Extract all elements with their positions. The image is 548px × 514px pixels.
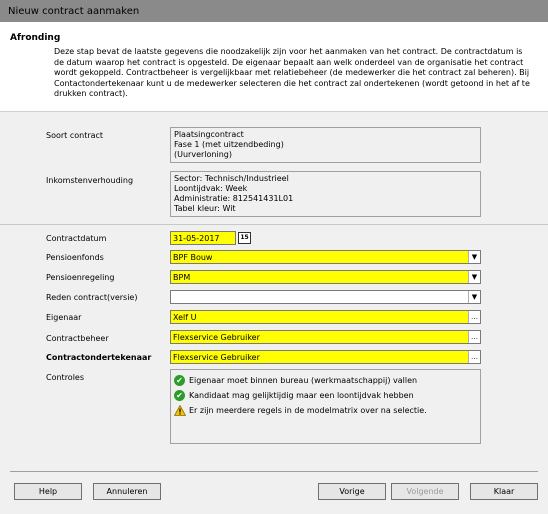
eigenaar-label: Eigenaar <box>46 313 82 322</box>
contractondertekenaar-value: Flexservice Gebruiker <box>173 353 260 362</box>
controles-list: ✔ Eigenaar moet binnen bureau (werkmaats… <box>170 369 481 444</box>
pensioenregeling-select[interactable]: BPM ▼ <box>170 270 481 284</box>
wizard-header: Afronding Deze stap bevat de laatste geg… <box>0 22 548 112</box>
contractdatum-field[interactable]: 31-05-2017 <box>170 231 236 245</box>
check-icon: ✔ <box>174 390 185 401</box>
contractdatum-label: Contractdatum <box>46 234 107 243</box>
step-description: Deze stap bevat de laatste gegevens die … <box>54 47 530 98</box>
calendar-icon[interactable]: 15 <box>238 232 251 244</box>
pensioenregeling-label: Pensioenregeling <box>46 273 115 282</box>
contractondertekenaar-field[interactable]: Flexservice Gebruiker … <box>170 350 481 364</box>
contractondertekenaar-label: Contractondertekenaar <box>46 353 152 362</box>
soort-contract-info: Plaatsingcontract Fase 1 (met uitzendbed… <box>170 127 481 163</box>
chevron-down-icon[interactable]: ▼ <box>468 251 480 263</box>
reden-contract-select[interactable]: ▼ <box>170 290 481 304</box>
list-item: ✔ Eigenaar moet binnen bureau (werkmaats… <box>174 373 477 388</box>
list-item: Er zijn meerdere regels in de modelmatri… <box>174 403 477 418</box>
soort-contract-label: Soort contract <box>46 131 104 140</box>
check-text: Kandidaat mag gelijktijdig maar een loon… <box>189 391 414 400</box>
check-text: Eigenaar moet binnen bureau (werkmaatsch… <box>189 376 418 385</box>
next-button[interactable]: Volgende <box>391 483 459 500</box>
soort-contract-line: Fase 1 (met uitzendbeding) <box>174 140 284 149</box>
finish-button[interactable]: Klaar <box>470 483 538 500</box>
inkomstenverhouding-line: Administratie: 812541431L01 <box>174 194 294 203</box>
inkomstenverhouding-label: Inkomstenverhouding <box>46 176 134 185</box>
pensioenfonds-value: BPF Bouw <box>173 253 213 262</box>
inkomstenverhouding-line: Sector: Technisch/Industrieel <box>174 174 289 183</box>
contractdatum-value: 31-05-2017 <box>173 234 220 243</box>
check-text: Er zijn meerdere regels in de modelmatri… <box>189 406 427 415</box>
pensioenfonds-select[interactable]: BPF Bouw ▼ <box>170 250 481 264</box>
pensioenfonds-label: Pensioenfonds <box>46 253 104 262</box>
pensioenregeling-value: BPM <box>173 273 191 282</box>
step-title: Afronding <box>10 33 61 43</box>
eigenaar-value: Xelf U <box>173 313 197 322</box>
window-titlebar: Nieuw contract aanmaken <box>0 0 548 22</box>
warning-icon <box>174 405 186 416</box>
window-title: Nieuw contract aanmaken <box>8 6 140 17</box>
divider <box>0 224 548 225</box>
footer-divider <box>10 471 538 472</box>
soort-contract-line: Plaatsingcontract <box>174 130 244 139</box>
ellipsis-icon[interactable]: … <box>468 351 480 363</box>
check-icon: ✔ <box>174 375 185 386</box>
ellipsis-icon[interactable]: … <box>468 331 480 343</box>
previous-button[interactable]: Vorige <box>318 483 386 500</box>
eigenaar-field[interactable]: Xelf U … <box>170 310 481 324</box>
ellipsis-icon[interactable]: … <box>468 311 480 323</box>
inkomstenverhouding-info: Sector: Technisch/Industrieel Loontijdva… <box>170 171 481 217</box>
help-button[interactable]: Help <box>14 483 82 500</box>
inkomstenverhouding-line: Tabel kleur: Wit <box>174 204 236 213</box>
chevron-down-icon[interactable]: ▼ <box>468 291 480 303</box>
reden-contract-label: Reden contract(versie) <box>46 293 138 302</box>
controles-label: Controles <box>46 373 85 382</box>
cancel-button[interactable]: Annuleren <box>93 483 161 500</box>
contractbeheer-field[interactable]: Flexservice Gebruiker … <box>170 330 481 344</box>
soort-contract-line: (Uurverloning) <box>174 150 232 159</box>
list-item: ✔ Kandidaat mag gelijktijdig maar een lo… <box>174 388 477 403</box>
contractbeheer-value: Flexservice Gebruiker <box>173 333 260 342</box>
chevron-down-icon[interactable]: ▼ <box>468 271 480 283</box>
inkomstenverhouding-line: Loontijdvak: Week <box>174 184 248 193</box>
contractbeheer-label: Contractbeheer <box>46 334 109 343</box>
